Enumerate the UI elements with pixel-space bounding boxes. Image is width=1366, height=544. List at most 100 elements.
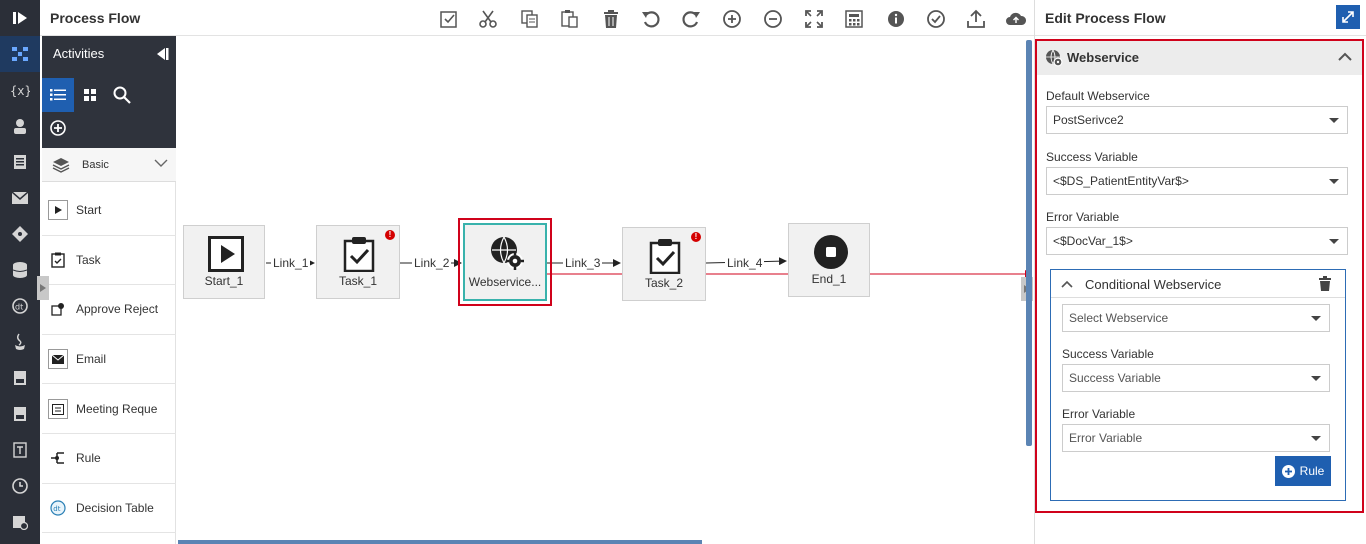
- select-all-icon: [440, 11, 457, 28]
- export-button[interactable]: [965, 8, 987, 30]
- success-variable-label: Success Variable: [1046, 150, 1138, 164]
- list-view-button[interactable]: [42, 78, 74, 112]
- activity-start[interactable]: Start: [42, 186, 176, 236]
- validate-button[interactable]: [925, 8, 947, 30]
- rail-decision[interactable]: [0, 216, 40, 252]
- grid-icon: [84, 89, 96, 101]
- flow-canvas[interactable]: Start_1 ! Task_1 Webservice... ! Task_2 …: [176, 37, 1026, 544]
- user-icon: [14, 119, 26, 134]
- rail-java[interactable]: [0, 324, 40, 360]
- select-all-button[interactable]: [438, 8, 460, 30]
- conditional-header[interactable]: Conditional Webservice: [1051, 270, 1345, 298]
- success-variable-select[interactable]: <$DS_PatientEntityVar$>: [1046, 167, 1348, 195]
- cut-button[interactable]: [477, 8, 499, 30]
- activity-label: Email: [76, 352, 107, 367]
- rail-reports[interactable]: [0, 504, 40, 540]
- redo-button[interactable]: [680, 8, 702, 30]
- check-circle-icon: [927, 10, 945, 28]
- node-label: End_1: [811, 272, 847, 286]
- link-label[interactable]: Link_2: [412, 256, 452, 270]
- text-file-icon: [13, 442, 27, 458]
- rail-users[interactable]: [0, 108, 40, 144]
- activity-meeting-request[interactable]: Meeting Reque: [42, 384, 176, 434]
- delete-button[interactable]: [600, 8, 622, 30]
- conditional-success-select[interactable]: Success Variable: [1062, 364, 1330, 392]
- add-activity-button[interactable]: [50, 120, 66, 139]
- activity-rule[interactable]: Rule: [42, 434, 176, 484]
- grid-view-button[interactable]: [74, 78, 106, 112]
- conditional-error-label: Error Variable: [1062, 407, 1136, 421]
- csv-file-icon: [14, 407, 26, 421]
- select-placeholder: Select Webservice: [1069, 311, 1169, 325]
- rail-database[interactable]: [0, 252, 40, 288]
- calculator-button[interactable]: [843, 8, 865, 30]
- activity-approve-reject[interactable]: Approve Reject: [42, 285, 176, 335]
- link-label[interactable]: Link_4: [725, 256, 765, 270]
- activity-email[interactable]: Email: [42, 335, 176, 385]
- zoom-in-button[interactable]: [721, 8, 743, 30]
- caret-down-icon: [1311, 316, 1321, 321]
- layers-icon: [52, 157, 70, 173]
- app-logo[interactable]: [0, 0, 40, 36]
- conditional-error-select[interactable]: Error Variable: [1062, 424, 1330, 452]
- activity-decision-table[interactable]: dt Decision Table: [42, 484, 176, 534]
- scissors-icon: [479, 10, 497, 28]
- undo-button[interactable]: [640, 8, 662, 30]
- collapse-left-icon: [157, 48, 169, 60]
- zoom-out-button[interactable]: [762, 8, 784, 30]
- svg-text:{x}: {x}: [10, 84, 30, 98]
- fit-screen-button[interactable]: [803, 8, 825, 30]
- copy-button[interactable]: [519, 8, 541, 30]
- rail-scheduler[interactable]: [0, 468, 40, 504]
- error-badge: !: [385, 230, 395, 240]
- rail-decision-table[interactable]: dt: [0, 288, 40, 324]
- stop-icon: [814, 235, 848, 269]
- caret-down-icon: [1329, 179, 1339, 184]
- rail-template[interactable]: [0, 432, 40, 468]
- link-label[interactable]: Link_1: [271, 256, 311, 270]
- cloud-deploy-button[interactable]: [1005, 8, 1027, 30]
- conditional-success-label: Success Variable: [1062, 347, 1154, 361]
- page-title: Process Flow: [50, 10, 141, 26]
- error-variable-select[interactable]: <$DocVar_1$>: [1046, 227, 1348, 255]
- default-webservice-select[interactable]: PostSerivce2: [1046, 106, 1348, 134]
- rail-csv[interactable]: [0, 396, 40, 432]
- trash-icon: [1319, 276, 1331, 291]
- redo-icon: [682, 11, 700, 28]
- webservice-section-header[interactable]: Webservice: [1037, 41, 1362, 75]
- expand-palette-handle[interactable]: [37, 276, 49, 300]
- rule-icon: [48, 448, 68, 469]
- rail-variables[interactable]: {x}: [0, 72, 40, 108]
- activity-task[interactable]: Task: [42, 236, 176, 286]
- add-rule-button[interactable]: Rule: [1275, 456, 1331, 486]
- rail-email[interactable]: [0, 180, 40, 216]
- node-task-1[interactable]: ! Task_1: [316, 225, 400, 299]
- process-flow-header: Process Flow: [40, 0, 1034, 36]
- node-task-2[interactable]: ! Task_2: [622, 227, 706, 301]
- rail-process-flow[interactable]: [0, 36, 40, 72]
- chevron-right-icon: [40, 284, 46, 292]
- link-label[interactable]: Link_3: [563, 256, 603, 270]
- report-icon: [13, 516, 28, 530]
- rail-documents[interactable]: [0, 144, 40, 180]
- node-end[interactable]: End_1: [788, 223, 870, 297]
- collapse-palette-button[interactable]: [154, 46, 170, 65]
- search-button[interactable]: [106, 78, 138, 112]
- info-button[interactable]: [885, 8, 907, 30]
- node-start[interactable]: Start_1: [183, 225, 265, 299]
- info-icon: [888, 11, 904, 27]
- maximize-panel-button[interactable]: [1336, 5, 1360, 29]
- clock-icon: [12, 478, 28, 494]
- node-webservice[interactable]: Webservice...: [463, 223, 547, 301]
- clipboard-icon: [343, 237, 375, 272]
- activity-label: Rule: [76, 451, 101, 466]
- conditional-webservice-select[interactable]: Select Webservice: [1062, 304, 1330, 332]
- delete-conditional-button[interactable]: [1319, 276, 1331, 294]
- paste-button[interactable]: [559, 8, 581, 30]
- copy-icon: [521, 10, 538, 28]
- canvas-horizontal-scrollbar[interactable]: [178, 540, 702, 544]
- rail-pdf[interactable]: [0, 360, 40, 396]
- canvas-vertical-scrollbar[interactable]: [1026, 40, 1032, 446]
- category-dropdown[interactable]: Basic: [42, 148, 176, 182]
- pdf-file-icon: [14, 371, 26, 385]
